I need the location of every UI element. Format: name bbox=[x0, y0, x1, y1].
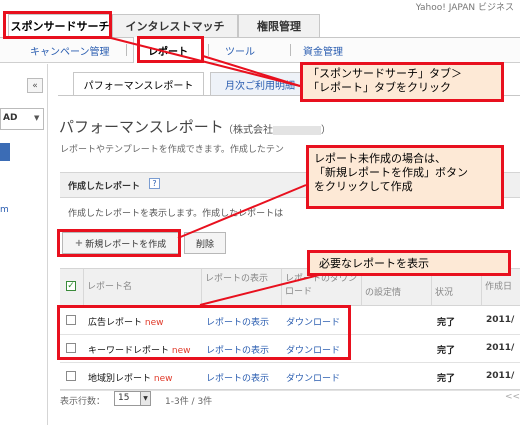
chevron-down-icon: ▼ bbox=[34, 114, 40, 122]
view-report-link[interactable]: レポートの表示 bbox=[206, 371, 269, 384]
table-header-check: ✓ bbox=[60, 268, 84, 306]
callout-tab-instruction: 「スポンサードサーチ」タブ＞ 「レポート」タブをクリック bbox=[300, 62, 504, 102]
tab-interest-match[interactable]: インタレストマッチ bbox=[112, 14, 238, 37]
download-link[interactable]: ダウンロード bbox=[286, 371, 340, 384]
highlight-report-tab bbox=[137, 36, 204, 63]
sub-tab-campaign[interactable]: キャンペーン管理 bbox=[30, 43, 110, 58]
sidebar-selected-item[interactable] bbox=[0, 143, 10, 161]
table-footer-divider bbox=[60, 389, 520, 390]
created-date: 2011/ bbox=[486, 315, 515, 325]
status-value: 完了 bbox=[437, 318, 456, 328]
tab-performance-report[interactable]: パフォーマンスレポート bbox=[73, 72, 204, 96]
section-description: 作成したレポートを表示します。作成したレポートは bbox=[68, 209, 284, 219]
tab-permissions[interactable]: 権限管理 bbox=[238, 14, 320, 37]
top-link[interactable]: Yahoo! JAPAN ビジネス bbox=[416, 0, 514, 13]
column-report-name[interactable]: レポート名 bbox=[84, 268, 202, 306]
report-name: 地域別レポート new bbox=[88, 371, 173, 384]
callout-view-instruction: 必要なレポートを表示 bbox=[307, 250, 511, 276]
created-date: 2011/ bbox=[486, 371, 515, 381]
chevron-down-icon[interactable]: ▼ bbox=[140, 392, 150, 405]
redacted-company bbox=[273, 125, 321, 135]
company-prefix: （株式会社 bbox=[223, 125, 273, 136]
column-report-view: レポートの表示 bbox=[202, 268, 282, 306]
status-value: 完了 bbox=[437, 374, 456, 384]
page-title: パフォーマンスレポート bbox=[59, 118, 224, 136]
created-date: 2011/ bbox=[486, 343, 515, 353]
callout-line: 「新規レポートを作成」ボタン bbox=[314, 166, 468, 179]
sub-tab-funds[interactable]: 資金管理 bbox=[303, 43, 343, 58]
status-value: 完了 bbox=[437, 346, 456, 356]
page-description: レポートやテンプレートを作成できます。作成したテン bbox=[60, 145, 284, 155]
sub-tab-separator bbox=[290, 44, 291, 56]
collapse-sidebar-button[interactable]: « bbox=[27, 78, 43, 93]
pager-count: 1-3件 / 3件 bbox=[165, 397, 213, 407]
sub-tab-tools[interactable]: ツール bbox=[225, 43, 255, 58]
callout-line: をクリックして作成 bbox=[314, 180, 413, 193]
report-name-text: 地域別レポート bbox=[88, 374, 152, 384]
callout-line: 「スポンサードサーチ」タブ＞ bbox=[308, 67, 462, 80]
highlight-sponsored-search-tab bbox=[3, 11, 112, 39]
callout-line: レポート未作成の場合は、 bbox=[314, 152, 446, 165]
callout-line: 「レポート」タブをクリック bbox=[308, 81, 451, 94]
section-title: 作成したレポート bbox=[68, 182, 141, 192]
pager-nav-icon[interactable]: << bbox=[505, 392, 520, 402]
sub-tab-separator bbox=[208, 44, 209, 56]
sub-tab-separator bbox=[126, 44, 127, 56]
highlight-create-button bbox=[57, 229, 181, 257]
rows-per-page-label: 表示行数： bbox=[60, 397, 106, 407]
sidebar-link[interactable]: m bbox=[0, 205, 9, 215]
tab-monthly-statement[interactable]: 月次ご利用明細 bbox=[210, 72, 310, 96]
help-icon[interactable]: ? bbox=[149, 178, 160, 189]
callout-create-instruction: レポート未作成の場合は、 「新規レポートを作成」ボタン をクリックして作成 bbox=[306, 145, 504, 209]
new-badge: new bbox=[153, 374, 173, 384]
highlight-report-rows bbox=[57, 305, 351, 360]
company-name: （株式会社 ） bbox=[223, 121, 331, 136]
company-suffix: ） bbox=[321, 125, 331, 136]
delete-button[interactable]: 削除 bbox=[184, 232, 226, 254]
row-checkbox[interactable] bbox=[66, 371, 76, 381]
select-all-checkbox[interactable]: ✓ bbox=[66, 281, 76, 291]
